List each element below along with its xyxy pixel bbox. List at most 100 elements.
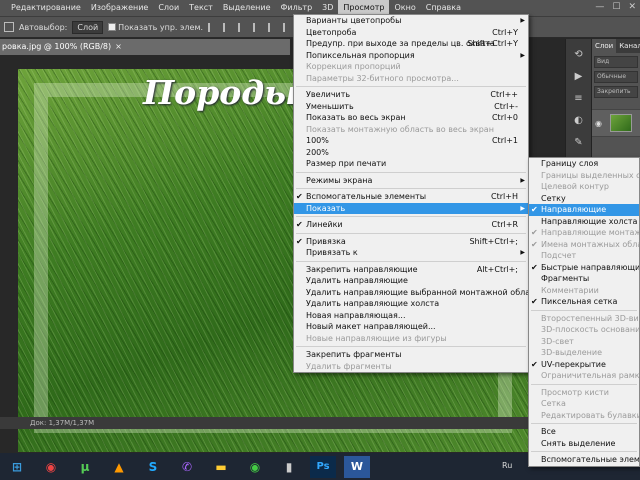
close-icon[interactable]: ✕ bbox=[628, 2, 636, 12]
menu-item-3[interactable]: Текст bbox=[184, 0, 218, 16]
show-submenu-item-label: Ограничительная рамка 3D-с bbox=[541, 371, 639, 380]
menu-item-1[interactable]: Изображение bbox=[86, 0, 154, 16]
move-tool-icon[interactable] bbox=[4, 22, 14, 32]
view-menu-item-12[interactable]: 200% bbox=[294, 147, 528, 159]
show-submenu-item-28[interactable]: Вспомогательные элементы... bbox=[529, 454, 639, 466]
maximize-icon[interactable]: ☐ bbox=[612, 2, 620, 12]
viber-icon[interactable]: ✆ bbox=[174, 456, 200, 478]
view-menu-item-label: Закрепить фрагменты bbox=[306, 350, 402, 359]
view-menu-item-3[interactable]: Попиксельная пропорция ▶ bbox=[294, 50, 528, 62]
adjustments-icon[interactable]: ◐ bbox=[572, 115, 586, 127]
show-submenu-item-label: Фрагменты bbox=[541, 274, 590, 283]
layer-kind-filter[interactable]: Вид bbox=[594, 56, 638, 68]
view-menu-item-9[interactable]: Показать во весь экран Ctrl+0 bbox=[294, 112, 528, 124]
align-bottom-icon[interactable] bbox=[283, 22, 292, 32]
properties-icon[interactable]: ≡ bbox=[572, 93, 586, 105]
view-menu-item-22[interactable]: ✔ Привязка Shift+Ctrl+; bbox=[294, 236, 528, 248]
view-menu-item-18[interactable]: Показать ▶ bbox=[294, 202, 528, 214]
show-submenu-item-4[interactable]: ✔ Направляющие bbox=[529, 204, 639, 216]
show-submenu-item-12[interactable]: ✔ Пиксельная сетка bbox=[529, 296, 639, 308]
show-submenu-item-5[interactable]: Направляющие холста bbox=[529, 216, 639, 228]
align-middle-icon[interactable] bbox=[268, 22, 277, 32]
submenu-arrow-icon: ▶ bbox=[520, 51, 525, 59]
show-submenu-item-10[interactable]: Фрагменты bbox=[529, 273, 639, 285]
view-menu-item-label: Попиксельная пропорция bbox=[306, 50, 415, 60]
show-submenu-item-0[interactable]: Границу слоя bbox=[529, 158, 639, 170]
minimize-icon[interactable]: — bbox=[595, 2, 604, 12]
view-menu-item-2[interactable]: Предупр. при выходе за пределы цв. охват… bbox=[294, 38, 528, 50]
view-menu-item-label: Закрепить направляющие bbox=[306, 264, 418, 274]
layer-row[interactable]: ◉ bbox=[592, 109, 640, 137]
start-icon[interactable]: ⊞ bbox=[4, 456, 30, 478]
view-menu-item-17[interactable]: ✔ Вспомогательные элементы Ctrl+H bbox=[294, 191, 528, 203]
show-submenu-item-label: Снять выделение bbox=[541, 438, 616, 448]
document-tab[interactable]: ровка.jpg @ 100% (RGB/8) × bbox=[0, 39, 290, 55]
view-menu-item-25[interactable]: Закрепить направляющие Alt+Ctrl+; bbox=[294, 264, 528, 276]
usb-icon[interactable]: ▮ bbox=[276, 456, 302, 478]
aimp-icon[interactable]: ▲ bbox=[106, 456, 132, 478]
language-indicator[interactable]: Ru bbox=[502, 461, 512, 470]
show-submenu-item-25[interactable]: Все bbox=[529, 426, 639, 438]
view-menu-item-26[interactable]: Удалить направляющие bbox=[294, 275, 528, 287]
view-menu-item-label: Увеличить bbox=[306, 90, 351, 99]
view-menu-item-23[interactable]: Привязать к ▶ bbox=[294, 247, 528, 259]
checkmark-icon: ✔ bbox=[296, 192, 303, 201]
tab-channels[interactable]: Каналы bbox=[616, 39, 640, 53]
tab-layers[interactable]: Слои bbox=[592, 39, 617, 53]
view-menu-item-label: Удалить направляющие bbox=[306, 276, 408, 285]
show-submenu-item-label: Вспомогательные элементы... bbox=[541, 455, 639, 464]
view-menu-item-8[interactable]: Уменьшить Ctrl+- bbox=[294, 101, 528, 113]
menu-separator bbox=[296, 232, 526, 234]
menu-separator bbox=[531, 383, 637, 385]
view-menu-item-0[interactable]: Варианты цветопробы ▶ bbox=[294, 15, 528, 27]
align-top-icon[interactable] bbox=[253, 22, 262, 32]
view-menu-item-28[interactable]: Удалить направляющие холста bbox=[294, 298, 528, 310]
actions-icon[interactable]: ▶ bbox=[572, 71, 586, 83]
show-submenu-item-9[interactable]: ✔ Быстрые направляющие bbox=[529, 262, 639, 274]
photoshop-icon[interactable]: Ps bbox=[310, 455, 336, 478]
view-menu-item-33[interactable]: Закрепить фрагменты bbox=[294, 349, 528, 361]
window-controls: — ☐ ✕ bbox=[595, 2, 636, 12]
brush-icon[interactable]: ✎ bbox=[572, 137, 586, 149]
view-menu-item-label: Режимы экрана bbox=[306, 175, 373, 185]
view-menu-item-15[interactable]: Режимы экрана ▶ bbox=[294, 175, 528, 187]
menu-item-2[interactable]: Слои bbox=[153, 0, 184, 16]
show-submenu-item-label: Направляющие холста bbox=[541, 216, 638, 226]
eye-icon[interactable]: ◉ bbox=[595, 119, 602, 128]
align-center-icon[interactable] bbox=[223, 22, 232, 32]
menu-separator bbox=[296, 216, 526, 217]
blend-mode-select[interactable]: Обычные bbox=[594, 71, 638, 83]
view-menu-item-11[interactable]: 100% Ctrl+1 bbox=[294, 135, 528, 147]
checkbox-icon bbox=[108, 23, 117, 31]
view-menu-item-7[interactable]: Увеличить Ctrl++ bbox=[294, 89, 528, 101]
lock-row[interactable]: Закрепить bbox=[594, 86, 638, 98]
skype-icon[interactable]: S bbox=[140, 456, 166, 478]
view-menu-item-1[interactable]: Цветопроба Ctrl+Y bbox=[294, 27, 528, 39]
explorer-icon[interactable]: ▬ bbox=[208, 456, 234, 478]
align-left-icon[interactable] bbox=[208, 22, 217, 32]
show-submenu-item-18[interactable]: ✔ UV-перекрытие bbox=[529, 359, 639, 371]
chrome-icon[interactable]: ◉ bbox=[38, 456, 64, 478]
close-tab-icon[interactable]: × bbox=[115, 42, 122, 51]
shortcut-label: Ctrl+R bbox=[491, 220, 519, 229]
view-menu-item-label: Варианты цветопробы bbox=[306, 16, 402, 25]
shortcut-label: Shift+Ctrl+; bbox=[469, 236, 518, 246]
show-submenu-item-26[interactable]: Снять выделение bbox=[529, 438, 639, 450]
view-menu-item-27[interactable]: Удалить направляющие выбранной монтажной… bbox=[294, 287, 528, 299]
checkmark-icon: ✔ bbox=[531, 297, 538, 306]
menu-item-0[interactable]: Редактирование bbox=[6, 0, 86, 16]
show-submenu-item-3[interactable]: Сетку bbox=[529, 193, 639, 205]
menu-item-4[interactable]: Выделение bbox=[218, 0, 276, 16]
view-menu-item-29[interactable]: Новая направляющая... bbox=[294, 310, 528, 322]
autoselect-select[interactable]: Слой bbox=[72, 20, 104, 34]
word-icon[interactable]: W bbox=[344, 455, 370, 478]
show-controls-checkbox[interactable]: Показать упр. элем. bbox=[108, 23, 203, 32]
align-right-icon[interactable] bbox=[238, 22, 247, 32]
view-menu-item-31: Новые направляющие из фигуры bbox=[294, 333, 528, 345]
chrome-icon-2[interactable]: ◉ bbox=[242, 456, 268, 478]
view-menu-item-30[interactable]: Новый макет направляющей... bbox=[294, 321, 528, 333]
history-icon[interactable]: ⟲ bbox=[572, 49, 586, 61]
view-menu-item-20[interactable]: ✔ Линейки Ctrl+R bbox=[294, 219, 528, 231]
view-menu-item-13[interactable]: Размер при печати bbox=[294, 158, 528, 170]
utorrent-icon[interactable]: µ bbox=[72, 456, 98, 478]
